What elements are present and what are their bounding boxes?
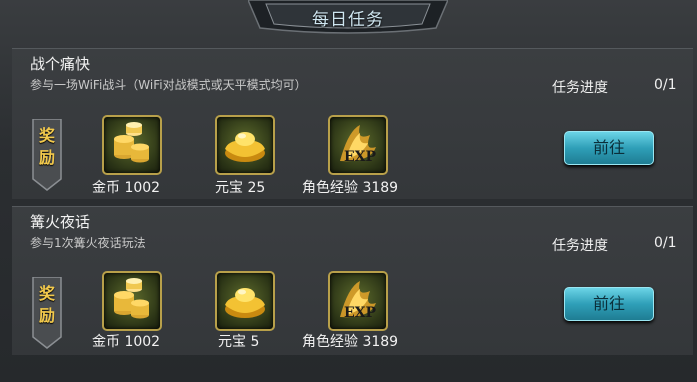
reward-label: 元宝 5: [218, 334, 260, 350]
progress-label: 任务进度: [552, 80, 608, 96]
reward-label: 元宝 25: [215, 180, 266, 196]
exp-icon[interactable]: EXP: [328, 115, 388, 175]
reward-ribbon: 奖 励: [32, 119, 62, 191]
gold-coins-icon[interactable]: [102, 115, 162, 175]
reward-label: 金币 1002: [92, 180, 161, 196]
progress-label: 任务进度: [552, 238, 608, 254]
task-panel: 战个痛快 参与一场WiFi战斗（WiFi对战模式或天平模式均可） 任务进度 0/…: [12, 48, 693, 199]
reward-tag-char: 奖: [38, 126, 55, 145]
yuanbao-ingot-icon[interactable]: [215, 115, 275, 175]
reward-label: 金币 1002: [92, 334, 161, 350]
task-panel: 篝火夜话 参与1次篝火夜话玩法 任务进度 0/1 奖 励 金币 1002 元宝 …: [12, 206, 693, 355]
reward-tag-char: 励: [38, 148, 55, 167]
reward-tag-char: 奖: [38, 284, 55, 303]
task-name: 战个痛快: [30, 55, 91, 73]
progress-value: 0/1: [654, 77, 677, 93]
reward-ribbon: 奖 励: [32, 277, 62, 349]
svg-text:EXP: EXP: [344, 305, 377, 321]
progress-value: 0/1: [654, 235, 677, 251]
exp-icon[interactable]: EXP: [328, 271, 388, 331]
reward-label: 角色经验 3189: [302, 180, 399, 196]
reward-tag-char: 励: [38, 306, 55, 325]
reward-label: 角色经验 3189: [302, 334, 399, 350]
gold-coins-icon[interactable]: [102, 271, 162, 331]
title-banner: 每日任务: [248, 0, 448, 36]
go-button[interactable]: 前往: [564, 287, 654, 321]
svg-text:EXP: EXP: [344, 149, 377, 165]
task-name: 篝火夜话: [30, 213, 91, 231]
go-button[interactable]: 前往: [564, 131, 654, 165]
task-description: 参与1次篝火夜话玩法: [30, 236, 146, 250]
task-description: 参与一场WiFi战斗（WiFi对战模式或天平模式均可）: [30, 78, 307, 92]
yuanbao-ingot-icon[interactable]: [215, 271, 275, 331]
page-title: 每日任务: [312, 10, 384, 30]
